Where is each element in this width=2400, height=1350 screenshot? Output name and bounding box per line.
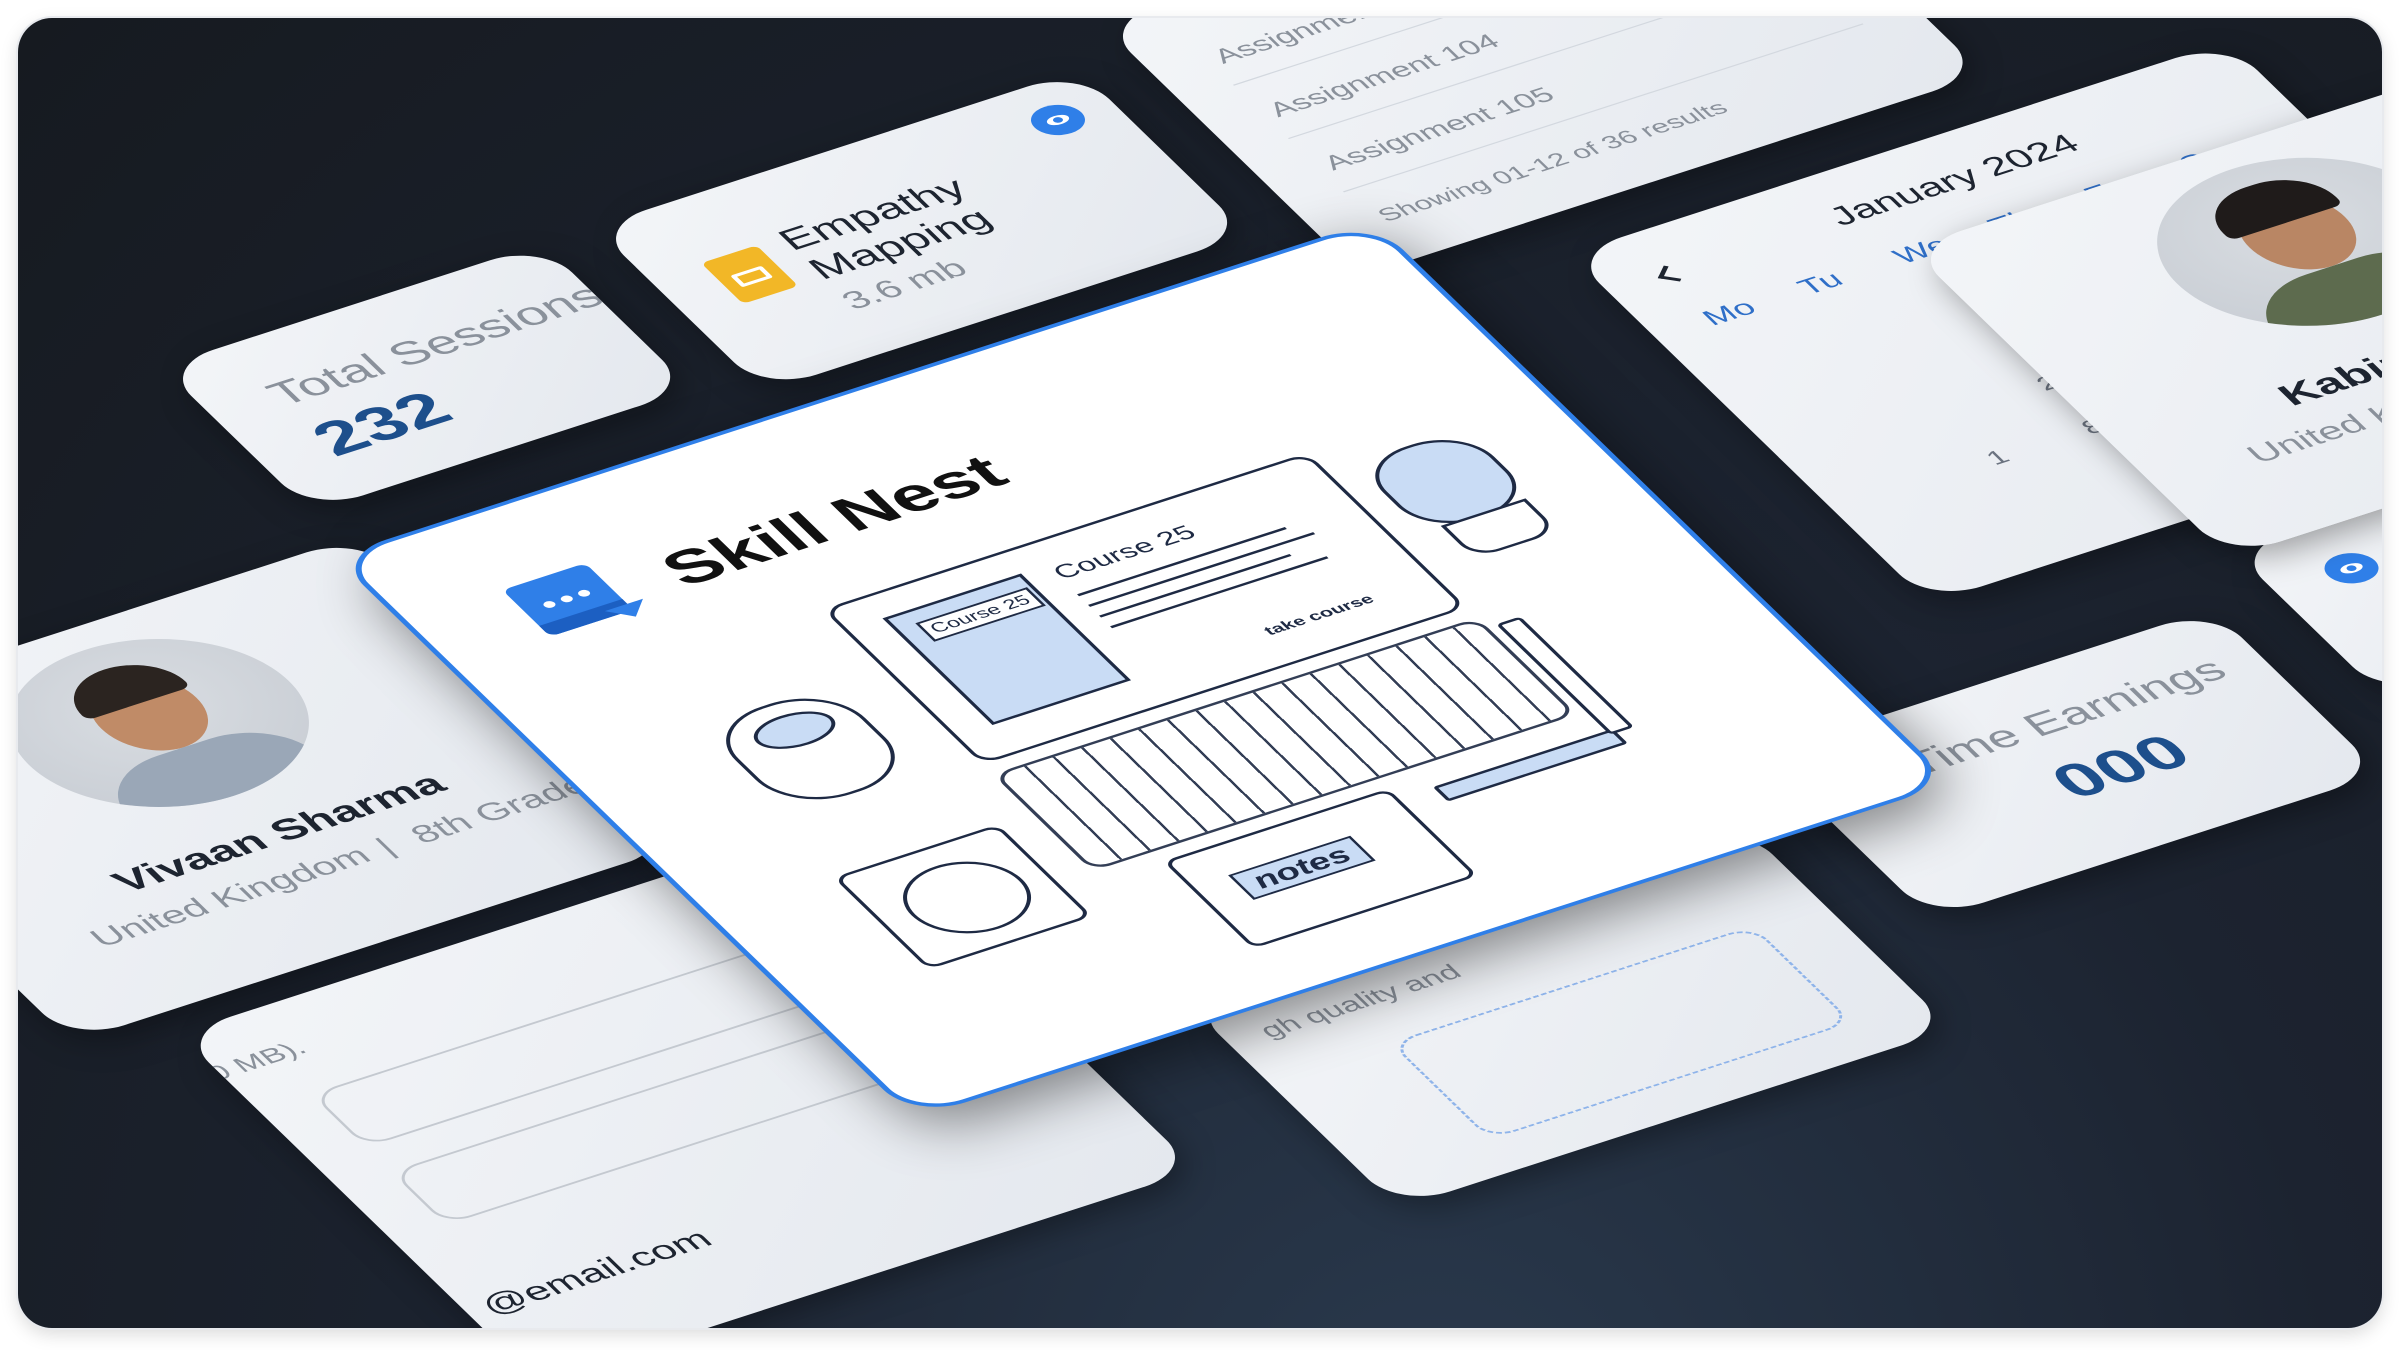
upload-size-hint: 0 MB).	[200, 1035, 313, 1086]
email-value[interactable]: @email.com	[471, 1223, 720, 1321]
book-chat-logo-icon	[502, 556, 661, 643]
chevron-left-icon[interactable]	[1657, 265, 1686, 282]
calendar-day[interactable]: 1	[1980, 446, 2016, 470]
take-course-cta[interactable]: take course	[1260, 592, 1379, 639]
total-sessions-label: Total Sessions	[257, 276, 614, 413]
tape-icon	[833, 824, 1093, 970]
weekday-header: Mo	[1696, 295, 1763, 331]
separator: |	[368, 833, 403, 861]
cup-icon	[700, 684, 921, 814]
book-label: Course 25	[915, 587, 1046, 642]
weekday-header: Tu	[1791, 267, 1850, 300]
showcase-frame: Total Sessions 232 Empathy Mapping 3.6 m…	[18, 18, 2382, 1328]
slides-file-icon	[701, 245, 799, 304]
eye-icon[interactable]	[2314, 547, 2382, 589]
notepad-label: notes	[1228, 835, 1376, 900]
pagination-summary: Showing 01-12 of 36 results	[1371, 96, 1734, 226]
eye-icon[interactable]	[1021, 99, 1095, 141]
dropzone[interactable]	[1389, 925, 1854, 1140]
